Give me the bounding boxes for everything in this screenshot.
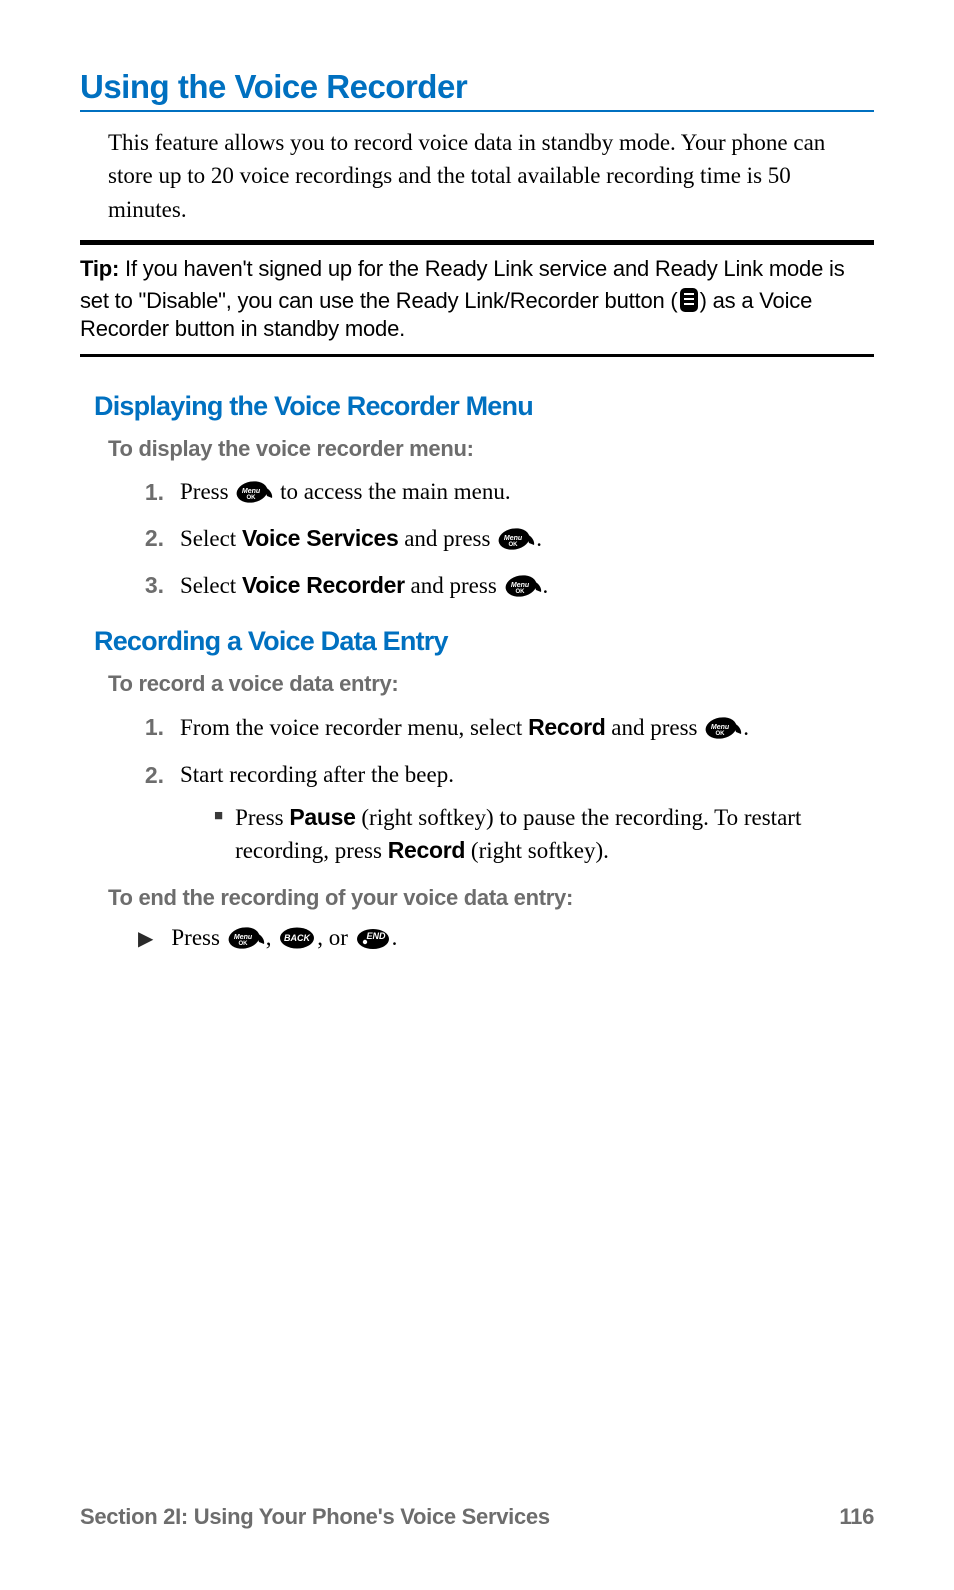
lead-end-recording: To end the recording of your voice data … [108, 885, 874, 911]
step: 1. From the voice recorder menu, select … [138, 711, 874, 744]
arrow-step-text: Press , , or . [171, 925, 397, 951]
step-number: 2. [138, 522, 164, 554]
arrow-step-list: ▶ Press , , or . [138, 925, 874, 951]
step: 2. Start recording after the beep. ■ Pre… [138, 759, 874, 868]
tip-box: Tip: If you haven't signed up for the Re… [80, 245, 874, 354]
menu-ok-key-icon [503, 575, 543, 597]
text: Press [180, 479, 234, 504]
steps-recording: 1. From the voice recorder menu, select … [80, 711, 874, 867]
lead-display-menu: To display the voice recorder menu: [108, 436, 874, 462]
tip-label: Tip: [80, 256, 119, 281]
substep-list: ■ Press Pause (right softkey) to pause t… [180, 801, 874, 867]
end-key-icon [354, 927, 392, 949]
text-bold: Pause [289, 804, 355, 830]
ready-link-button-icon [680, 288, 698, 312]
text: , [266, 925, 278, 950]
text: Select [180, 526, 242, 551]
text: From the voice recorder menu, select [180, 715, 528, 740]
step: 3. Select Voice Recorder and press . [138, 569, 874, 602]
step-text: Press to access the main menu. [180, 476, 511, 508]
text: . [743, 715, 749, 740]
text-bold: Voice Services [242, 525, 399, 551]
step-number: 1. [138, 711, 164, 743]
text-bold: Record [388, 837, 465, 863]
text: and press [606, 715, 704, 740]
text: (right softkey). [465, 838, 609, 863]
text-bold: Record [528, 714, 605, 740]
step-number: 1. [138, 476, 164, 508]
triangle-bullet-icon: ▶ [138, 926, 153, 951]
text: Press [235, 805, 289, 830]
steps-display-menu: 1. Press to access the main menu. 2. Sel… [80, 476, 874, 603]
substep-text: Press Pause (right softkey) to pause the… [235, 801, 874, 867]
back-key-icon [277, 927, 317, 949]
step-number: 2. [138, 759, 164, 791]
tip-rule-bottom [80, 354, 874, 357]
step-text: Select Voice Recorder and press . [180, 569, 548, 602]
text: Select [180, 573, 242, 598]
text: . [392, 925, 398, 950]
text: . [536, 526, 542, 551]
bullet-icon: ■ [214, 801, 223, 867]
footer-section: Section 2I: Using Your Phone's Voice Ser… [80, 1504, 550, 1530]
menu-ok-key-icon [226, 927, 266, 949]
substep: ■ Press Pause (right softkey) to pause t… [214, 801, 874, 867]
text: , or [317, 925, 353, 950]
text: and press [398, 526, 496, 551]
menu-ok-key-icon [703, 717, 743, 739]
text: Press [171, 925, 225, 950]
page-number: 116 [839, 1504, 874, 1530]
arrow-step: ▶ Press , , or . [138, 925, 874, 951]
text: and press [405, 573, 503, 598]
step-text: From the voice recorder menu, select Rec… [180, 711, 749, 744]
lead-recording: To record a voice data entry: [108, 671, 874, 697]
section-heading-display-menu: Displaying the Voice Recorder Menu [94, 391, 874, 422]
page-footer: Section 2I: Using Your Phone's Voice Ser… [80, 1504, 874, 1530]
text: . [543, 573, 549, 598]
section-heading-recording: Recording a Voice Data Entry [94, 626, 874, 657]
menu-ok-key-icon [496, 528, 536, 550]
step-text: Start recording after the beep. ■ Press … [180, 759, 874, 868]
intro-paragraph: This feature allows you to record voice … [80, 126, 874, 240]
step: 1. Press to access the main menu. [138, 476, 874, 508]
step-number: 3. [138, 569, 164, 601]
step-text: Select Voice Services and press . [180, 522, 542, 555]
text-bold: Voice Recorder [242, 572, 405, 598]
step: 2. Select Voice Services and press . [138, 522, 874, 555]
menu-ok-key-icon [234, 481, 274, 503]
text: to access the main menu. [274, 479, 510, 504]
page: Using the Voice Recorder This feature al… [0, 0, 954, 1590]
text: Start recording after the beep. [180, 762, 454, 787]
page-title: Using the Voice Recorder [80, 68, 874, 112]
